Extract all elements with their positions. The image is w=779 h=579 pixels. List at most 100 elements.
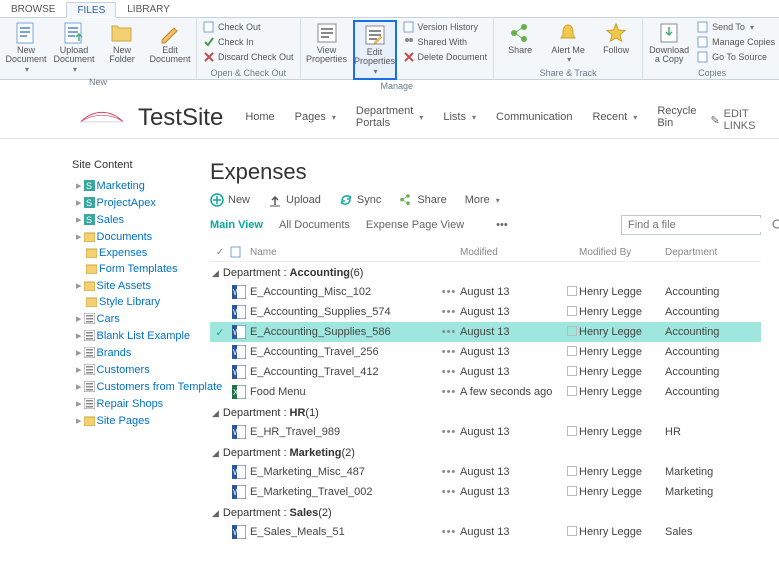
row-flag[interactable]	[565, 326, 579, 339]
row-flag[interactable]	[565, 346, 579, 359]
new-folder-button[interactable]: New Folder	[100, 20, 144, 67]
col-department[interactable]: Department	[665, 247, 735, 258]
row-flag[interactable]	[565, 426, 579, 439]
col-type-icon[interactable]	[230, 246, 248, 258]
send-to-button[interactable]: Send To	[695, 20, 777, 34]
table-row[interactable]: E_Marketing_Travel_002•••August 13Henry …	[210, 482, 761, 502]
tree-repair-shops[interactable]: ▸Repair Shops	[72, 395, 170, 412]
modified-by[interactable]: Henry Legge	[579, 426, 665, 438]
tree-cars[interactable]: ▸Cars	[72, 310, 170, 327]
tree-form-templates[interactable]: Form Templates	[72, 261, 170, 277]
tree-site-pages[interactable]: ▸Site Pages	[72, 412, 170, 429]
table-row[interactable]: E_Accounting_Supplies_574•••August 13Hen…	[210, 302, 761, 322]
row-flag[interactable]	[565, 466, 579, 479]
shared-with-button[interactable]: Shared With	[401, 35, 490, 49]
version-history-button[interactable]: Version History	[401, 20, 490, 34]
nav-department-portals[interactable]: Department Portals	[356, 105, 424, 129]
nav-lists[interactable]: Lists	[443, 111, 476, 123]
file-name[interactable]: E_HR_Travel_989	[248, 426, 438, 438]
row-flag[interactable]	[565, 486, 579, 499]
row-flag[interactable]	[565, 306, 579, 319]
edit-document-button[interactable]: Edit Document	[148, 20, 192, 67]
table-row[interactable]: Food Menu•••A few seconds agoHenry Legge…	[210, 382, 761, 402]
view-expense-page-view[interactable]: Expense Page View	[366, 219, 464, 231]
download-copy-button[interactable]: Download a Copy	[647, 20, 691, 67]
upload-document-button[interactable]: Upload Document	[52, 20, 96, 76]
group-header[interactable]: ◢Department : HR (1)	[210, 402, 761, 422]
row-flag[interactable]	[565, 366, 579, 379]
file-name[interactable]: E_Sales_Meals_51	[248, 526, 438, 538]
file-name[interactable]: E_Marketing_Misc_487	[248, 466, 438, 478]
cmd-sync[interactable]: Sync	[339, 193, 381, 207]
tab-files[interactable]: FILES	[66, 2, 116, 18]
new-document-button[interactable]: New Document	[4, 20, 48, 76]
file-name[interactable]: E_Accounting_Misc_102	[248, 286, 438, 298]
view-properties-button[interactable]: View Properties	[305, 20, 349, 67]
row-menu[interactable]: •••	[438, 286, 460, 298]
table-row[interactable]: E_Accounting_Supplies_586•••August 13Hen…	[210, 322, 761, 342]
row-menu[interactable]: •••	[438, 466, 460, 478]
modified-by[interactable]: Henry Legge	[579, 366, 665, 378]
file-name[interactable]: E_Accounting_Supplies_574	[248, 306, 438, 318]
tree-style-library[interactable]: Style Library	[72, 294, 170, 310]
tree-customers[interactable]: ▸Customers	[72, 361, 170, 378]
search-box[interactable]	[621, 215, 761, 235]
alert-me-button[interactable]: Alert Me	[546, 20, 590, 67]
tree-marketing[interactable]: ▸Marketing	[72, 177, 170, 194]
nav-pages[interactable]: Pages	[295, 111, 336, 123]
row-flag[interactable]	[565, 526, 579, 539]
cmd-upload[interactable]: Upload	[268, 193, 321, 207]
group-header[interactable]: ◢Department : Sales (2)	[210, 502, 761, 522]
modified-by[interactable]: Henry Legge	[579, 326, 665, 338]
share-button[interactable]: Share	[498, 20, 542, 57]
file-name[interactable]: E_Accounting_Supplies_586	[248, 326, 438, 338]
modified-by[interactable]: Henry Legge	[579, 526, 665, 538]
table-row[interactable]: E_Marketing_Misc_487•••August 13Henry Le…	[210, 462, 761, 482]
check-out-button[interactable]: Check Out	[201, 20, 296, 34]
modified-by[interactable]: Henry Legge	[579, 486, 665, 498]
modified-by[interactable]: Henry Legge	[579, 306, 665, 318]
tab-library[interactable]: LIBRARY	[116, 1, 181, 17]
site-logo[interactable]	[80, 108, 124, 132]
row-flag[interactable]	[565, 286, 579, 299]
tree-sales[interactable]: ▸Sales	[72, 211, 170, 228]
table-row[interactable]: E_HR_Travel_989•••August 13Henry LeggeHR	[210, 422, 761, 442]
cmd-more[interactable]: More	[465, 194, 500, 206]
group-header[interactable]: ◢Department : Marketing (2)	[210, 442, 761, 462]
tree-expenses[interactable]: Expenses	[72, 245, 170, 261]
tree-brands[interactable]: ▸Brands	[72, 344, 170, 361]
file-name[interactable]: E_Accounting_Travel_256	[248, 346, 438, 358]
row-menu[interactable]: •••	[438, 306, 460, 318]
group-header[interactable]: ◢Department : Accounting (6)	[210, 262, 761, 282]
nav-home[interactable]: Home	[245, 111, 274, 123]
table-row[interactable]: E_Accounting_Travel_256•••August 13Henry…	[210, 342, 761, 362]
row-checkbox[interactable]	[210, 326, 230, 339]
table-row[interactable]: E_Accounting_Misc_102•••August 13Henry L…	[210, 282, 761, 302]
edit-links-button[interactable]: ✎ EDIT LINKS	[710, 108, 759, 132]
manage-copies-button[interactable]: Manage Copies	[695, 35, 777, 49]
col-select-all[interactable]: ✓	[210, 247, 230, 258]
tab-browse[interactable]: BROWSE	[0, 1, 66, 17]
table-row[interactable]: E_Sales_Meals_51•••August 13Henry LeggeS…	[210, 522, 761, 542]
check-in-button[interactable]: Check In	[201, 35, 296, 49]
tree-projectapex[interactable]: ▸ProjectApex	[72, 194, 170, 211]
search-icon[interactable]	[772, 219, 779, 231]
row-menu[interactable]: •••	[438, 486, 460, 498]
view-more[interactable]: •••	[496, 219, 508, 231]
row-menu[interactable]: •••	[438, 346, 460, 358]
row-menu[interactable]: •••	[438, 426, 460, 438]
tree-documents[interactable]: ▸Documents	[72, 228, 170, 245]
cmd-share[interactable]: Share	[399, 193, 446, 207]
tree-site-assets[interactable]: ▸Site Assets	[72, 277, 170, 294]
search-input[interactable]	[626, 218, 772, 232]
nav-communication[interactable]: Communication	[496, 111, 572, 123]
view-main-view[interactable]: Main View	[210, 219, 263, 231]
nav-recycle-bin[interactable]: Recycle Bin	[657, 105, 696, 129]
row-menu[interactable]: •••	[438, 386, 460, 398]
modified-by[interactable]: Henry Legge	[579, 466, 665, 478]
row-flag[interactable]	[565, 386, 579, 399]
row-menu[interactable]: •••	[438, 326, 460, 338]
row-menu[interactable]: •••	[438, 366, 460, 378]
col-modified[interactable]: Modified	[460, 247, 565, 258]
col-modified-by[interactable]: Modified By	[579, 247, 665, 258]
